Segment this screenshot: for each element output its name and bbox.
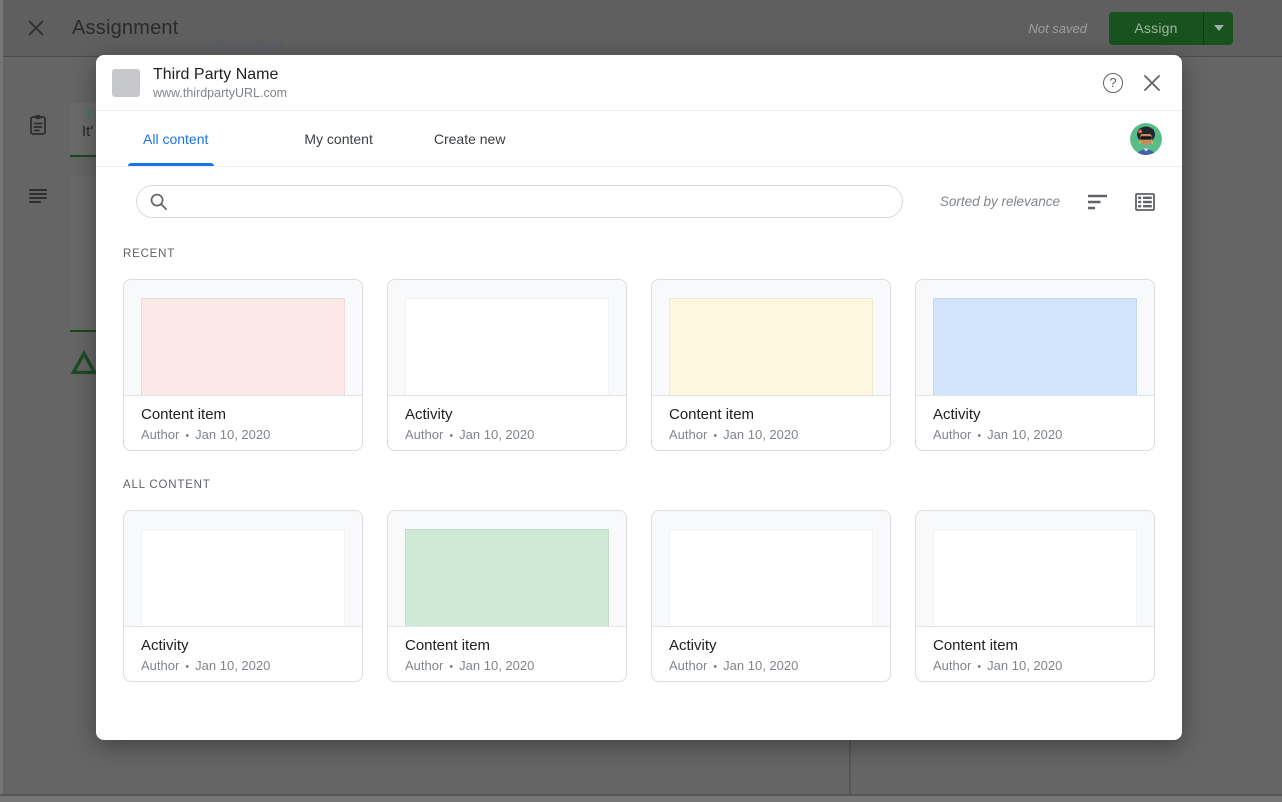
list-view-button[interactable]: [1135, 193, 1155, 211]
section-label-recent: RECENT: [123, 248, 1155, 260]
content-card[interactable]: Activity Author•Jan 10, 2020: [651, 510, 891, 682]
card-meta: Author•Jan 10, 2020: [933, 657, 1137, 676]
dialog-body: Sorted by relevance RECENT: [96, 167, 1182, 740]
instructions-lines-icon: [26, 183, 50, 212]
content-tabs: All content My content Create new: [96, 111, 1182, 167]
card-title: Activity: [933, 405, 1137, 424]
close-dialog-button[interactable]: [1140, 71, 1164, 95]
card-meta: Author•Jan 10, 2020: [669, 657, 873, 676]
content-card[interactable]: Activity Author•Jan 10, 2020: [387, 279, 627, 451]
sort-icon: [1087, 193, 1108, 211]
active-tab-underline: [128, 163, 214, 166]
assignment-page-title: Assignment: [72, 17, 179, 40]
card-thumbnail: [652, 280, 890, 396]
third-party-picker-dialog: Third Party Name www.thirdpartyURL.com ?…: [96, 55, 1182, 740]
third-party-logo: [112, 69, 140, 97]
card-meta: Author•Jan 10, 2020: [405, 657, 609, 676]
tab-my-content[interactable]: My content: [304, 131, 372, 147]
content-card[interactable]: Content item Author•Jan 10, 2020: [651, 279, 891, 451]
card-title: Activity: [405, 405, 609, 424]
close-assignment-icon[interactable]: [24, 16, 48, 40]
help-icon: ?: [1103, 73, 1123, 93]
card-thumbnail: [916, 511, 1154, 627]
list-view-icon: [1135, 193, 1155, 211]
third-party-name: Third Party Name: [153, 65, 287, 84]
search-icon: [149, 192, 168, 211]
card-title: Activity: [141, 636, 345, 655]
tab-all-content[interactable]: All content: [143, 131, 208, 147]
card-title: Content item: [405, 636, 609, 655]
chevron-down-icon: [1214, 25, 1224, 31]
content-card[interactable]: Content item Author•Jan 10, 2020: [915, 510, 1155, 682]
search-toolbar: Sorted by relevance: [123, 185, 1155, 218]
sort-button[interactable]: [1087, 193, 1108, 211]
assignment-clipboard-icon: [26, 113, 50, 142]
background-panel-divider: [849, 740, 851, 794]
save-status-text: Not saved: [1028, 21, 1087, 36]
card-meta: Author•Jan 10, 2020: [669, 426, 873, 445]
content-card[interactable]: Activity Author•Jan 10, 2020: [123, 510, 363, 682]
assignment-topbar: Assignment Not saved Assign: [0, 0, 1282, 57]
google-drive-icon: [70, 350, 98, 381]
help-button[interactable]: ?: [1101, 71, 1125, 95]
recent-card-grid: Content item Author•Jan 10, 2020 Activit…: [123, 279, 1155, 451]
all-content-card-grid: Activity Author•Jan 10, 2020 Content ite…: [123, 510, 1155, 682]
card-meta: Author•Jan 10, 2020: [405, 426, 609, 445]
sorted-by-label: Sorted by relevance: [940, 194, 1060, 209]
search-input[interactable]: [176, 186, 902, 217]
card-thumbnail: [388, 280, 626, 396]
card-title: Content item: [669, 405, 873, 424]
content-card[interactable]: Content item Author•Jan 10, 2020: [123, 279, 363, 451]
tab-create-new[interactable]: Create new: [434, 131, 506, 147]
user-avatar[interactable]: [1130, 123, 1162, 155]
assign-dropdown-button[interactable]: [1204, 12, 1233, 45]
card-thumbnail: [916, 280, 1154, 396]
assign-button[interactable]: Assign: [1109, 12, 1203, 45]
page-left-edge: [0, 0, 3, 802]
close-icon: [1143, 74, 1161, 92]
card-thumbnail: [652, 511, 890, 627]
content-card[interactable]: Activity Author•Jan 10, 2020: [915, 279, 1155, 451]
card-title: Activity: [669, 636, 873, 655]
card-title: Content item: [933, 636, 1137, 655]
card-meta: Author•Jan 10, 2020: [141, 426, 345, 445]
ghost-my-content-text: My content: [210, 38, 283, 55]
title-field-value: It': [82, 123, 93, 140]
card-thumbnail: [124, 511, 362, 627]
content-card[interactable]: Content item Author•Jan 10, 2020: [387, 510, 627, 682]
card-meta: Author•Jan 10, 2020: [933, 426, 1137, 445]
card-thumbnail: [388, 511, 626, 627]
third-party-url: www.thirdpartyURL.com: [153, 85, 287, 101]
card-thumbnail: [124, 280, 362, 396]
section-label-all-content: ALL CONTENT: [123, 479, 1155, 491]
search-bar[interactable]: [136, 185, 903, 218]
card-title: Content item: [141, 405, 345, 424]
page-bottom-edge: [0, 794, 1282, 802]
card-meta: Author•Jan 10, 2020: [141, 657, 345, 676]
assign-split-button[interactable]: Assign: [1109, 12, 1233, 45]
dialog-header: Third Party Name www.thirdpartyURL.com ?: [96, 55, 1182, 111]
